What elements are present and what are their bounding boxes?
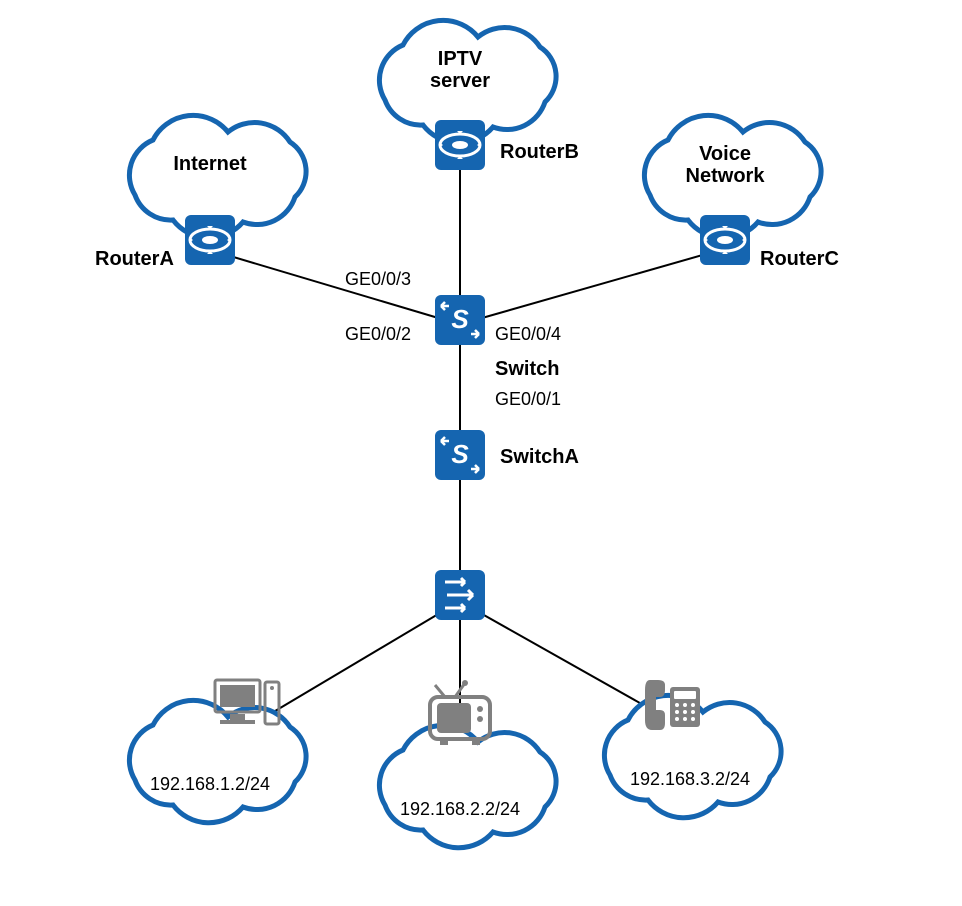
switch-a-icon [435,430,485,480]
router-b-icon [435,120,485,170]
link-hub-pc [260,610,445,720]
link-routerc-switch [475,250,720,320]
router-a-icon [185,215,235,265]
tv-ip-label: 192.168.2.2/24 [400,799,520,819]
switch-port-4: GE0/0/4 [495,324,561,344]
switch-main-label: Switch [495,358,559,380]
internet-cloud-label: Internet [173,153,247,175]
hub-icon [435,570,485,620]
phone-icon [645,680,700,730]
router-a-label: RouterA [95,248,174,270]
router-c-label: RouterC [760,248,839,270]
switch-port-2: GE0/0/2 [345,324,411,344]
switch-a-label: SwitchA [500,446,579,468]
phone-ip-label: 192.168.3.2/24 [630,769,750,789]
switch-main-icon [435,295,485,345]
iptv-cloud-label-2: server [430,70,490,92]
switch-port-1: GE0/0/1 [495,389,561,409]
network-diagram: S Internet RouterA IPTV server RouterB V… [0,0,962,906]
router-c-icon [700,215,750,265]
tv-cloud [379,725,556,847]
pc-ip-label: 192.168.1.2/24 [150,774,270,794]
switch-port-3: GE0/0/3 [345,269,411,289]
router-b-label: RouterB [500,141,579,163]
voice-cloud-label-1: Voice [699,143,751,165]
voice-cloud-label-2: Network [686,165,766,187]
iptv-cloud-label-1: IPTV [438,48,483,70]
